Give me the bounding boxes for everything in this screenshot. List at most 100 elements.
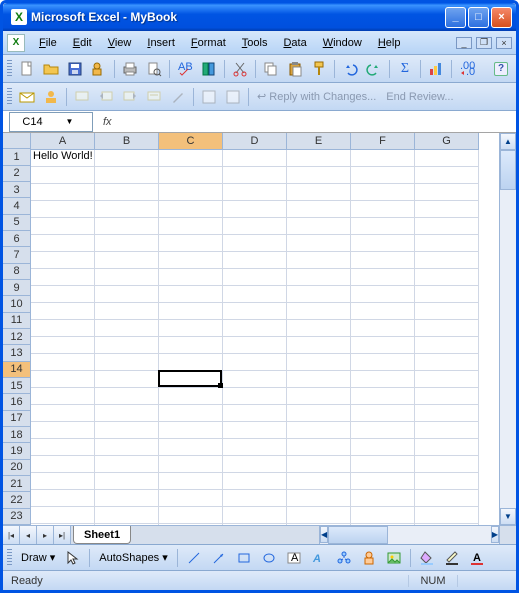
cell[interactable]: [159, 456, 223, 473]
column-header[interactable]: G: [415, 133, 479, 150]
cell[interactable]: [415, 337, 479, 354]
cell[interactable]: [351, 320, 415, 337]
cell[interactable]: [223, 371, 287, 388]
cell[interactable]: [223, 354, 287, 371]
cell[interactable]: [287, 337, 351, 354]
row-header[interactable]: 2: [3, 166, 31, 182]
cell[interactable]: [31, 201, 95, 218]
column-header[interactable]: E: [287, 133, 351, 150]
cell[interactable]: [287, 354, 351, 371]
cell[interactable]: [351, 184, 415, 201]
cell[interactable]: [287, 422, 351, 439]
cell[interactable]: [159, 218, 223, 235]
cell[interactable]: [287, 269, 351, 286]
end-review-button[interactable]: End Review...: [382, 91, 457, 103]
cell[interactable]: [287, 439, 351, 456]
column-header[interactable]: A: [31, 133, 95, 150]
cell[interactable]: [351, 456, 415, 473]
cell[interactable]: [95, 456, 159, 473]
cell[interactable]: [351, 490, 415, 507]
dropdown-icon[interactable]: ▼: [51, 117, 88, 126]
cell[interactable]: [415, 184, 479, 201]
minimize-button[interactable]: _: [445, 7, 466, 28]
row-header[interactable]: 14: [3, 362, 31, 378]
cell[interactable]: [95, 473, 159, 490]
cell[interactable]: [223, 388, 287, 405]
row-header[interactable]: 1: [3, 149, 31, 165]
cell[interactable]: [415, 439, 479, 456]
cell[interactable]: [351, 388, 415, 405]
cell[interactable]: [415, 371, 479, 388]
cell[interactable]: [223, 422, 287, 439]
protect-button[interactable]: [222, 86, 244, 108]
fill-color-button[interactable]: [416, 547, 438, 569]
cell[interactable]: [287, 167, 351, 184]
cell[interactable]: [159, 201, 223, 218]
chart-wizard-button[interactable]: [425, 58, 447, 80]
arrow-button[interactable]: [208, 547, 230, 569]
cell[interactable]: [415, 252, 479, 269]
cell[interactable]: [223, 490, 287, 507]
cell[interactable]: [287, 150, 351, 167]
open-button[interactable]: [40, 58, 62, 80]
menu-file[interactable]: File: [31, 34, 65, 52]
tab-next-button[interactable]: ▸: [37, 526, 54, 544]
cell[interactable]: [159, 507, 223, 524]
row-header[interactable]: 21: [3, 476, 31, 492]
cell[interactable]: [223, 405, 287, 422]
ink-button[interactable]: [167, 86, 189, 108]
cell[interactable]: [415, 167, 479, 184]
diagram-button[interactable]: [333, 547, 355, 569]
close-button[interactable]: ×: [491, 7, 512, 28]
cell[interactable]: [415, 524, 479, 525]
cell[interactable]: [223, 150, 287, 167]
row-header[interactable]: 17: [3, 411, 31, 427]
cell[interactable]: [95, 422, 159, 439]
cell[interactable]: [31, 371, 95, 388]
cell[interactable]: [351, 371, 415, 388]
cell[interactable]: [415, 320, 479, 337]
font-color-button[interactable]: A: [466, 547, 488, 569]
cell[interactable]: [415, 456, 479, 473]
mdi-close-button[interactable]: ×: [496, 37, 512, 49]
cell[interactable]: [95, 320, 159, 337]
cell[interactable]: [31, 167, 95, 184]
cell[interactable]: [31, 303, 95, 320]
menu-view[interactable]: View: [100, 34, 140, 52]
mdi-restore-button[interactable]: ❐: [476, 37, 492, 49]
row-header[interactable]: 16: [3, 394, 31, 410]
cell[interactable]: [31, 422, 95, 439]
autosum-button[interactable]: Σ: [394, 58, 416, 80]
row-header[interactable]: 11: [3, 313, 31, 329]
cut-button[interactable]: [229, 58, 251, 80]
paste-button[interactable]: [284, 58, 306, 80]
cell[interactable]: [415, 354, 479, 371]
cell[interactable]: [415, 269, 479, 286]
rectangle-button[interactable]: [233, 547, 255, 569]
cell[interactable]: [415, 490, 479, 507]
draw-menu[interactable]: Draw ▾: [17, 551, 59, 564]
cell[interactable]: [159, 286, 223, 303]
menu-format[interactable]: Format: [183, 34, 234, 52]
cell[interactable]: [95, 354, 159, 371]
cell[interactable]: [159, 354, 223, 371]
cell[interactable]: [159, 388, 223, 405]
fx-icon[interactable]: fx: [103, 116, 112, 128]
row-header[interactable]: 15: [3, 378, 31, 394]
cell[interactable]: [31, 269, 95, 286]
cell[interactable]: [223, 269, 287, 286]
toolbar-grip[interactable]: [7, 88, 12, 106]
row-header[interactable]: 6: [3, 231, 31, 247]
cell[interactable]: [95, 184, 159, 201]
column-header[interactable]: B: [95, 133, 159, 150]
cell[interactable]: [287, 371, 351, 388]
row-header[interactable]: 5: [3, 215, 31, 231]
permission-button[interactable]: [88, 58, 110, 80]
cell[interactable]: [351, 303, 415, 320]
comment-new-button[interactable]: [71, 86, 93, 108]
cell[interactable]: [31, 337, 95, 354]
cell[interactable]: [95, 269, 159, 286]
cell[interactable]: [415, 235, 479, 252]
menu-data[interactable]: Data: [275, 34, 314, 52]
row-header[interactable]: 13: [3, 345, 31, 361]
